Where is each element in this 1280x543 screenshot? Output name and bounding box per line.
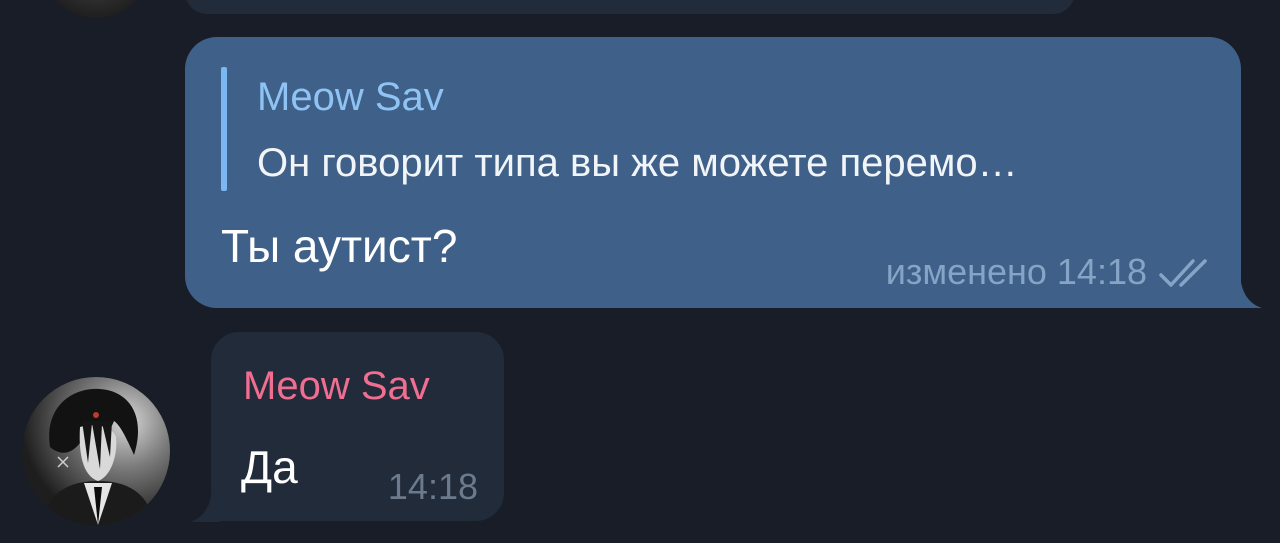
- sender-avatar[interactable]: [22, 377, 170, 525]
- double-check-icon: [1157, 255, 1219, 289]
- message-status: изменено 14:18: [885, 251, 1147, 292]
- reply-preview[interactable]: Meow Sav Он говорит типа вы же можете пе…: [221, 67, 1211, 191]
- message-bubble[interactable]: [185, 0, 1075, 14]
- sender-name[interactable]: Meow Sav: [243, 364, 430, 409]
- bubble-tail: [190, 484, 220, 522]
- outgoing-message-bubble[interactable]: Meow Sav Он говорит типа вы же можете пе…: [185, 37, 1241, 308]
- incoming-message-bubble[interactable]: Meow Sav Да 14:18: [211, 332, 504, 521]
- reply-text: Он говорит типа вы же можете перемо…: [257, 141, 1018, 185]
- chat-view: Meow Sav Он говорит типа вы же можете пе…: [0, 0, 1280, 543]
- message-time: 14:18: [387, 466, 478, 507]
- message-text: Ты аутист?: [221, 220, 458, 272]
- bubble-tail: [1232, 270, 1262, 308]
- avatar[interactable]: [48, 0, 144, 18]
- message-meta: изменено 14:18: [886, 251, 1219, 293]
- reply-bar: [221, 67, 227, 191]
- reply-author-name: Meow Sav: [257, 75, 444, 119]
- message-text: Да: [241, 441, 298, 493]
